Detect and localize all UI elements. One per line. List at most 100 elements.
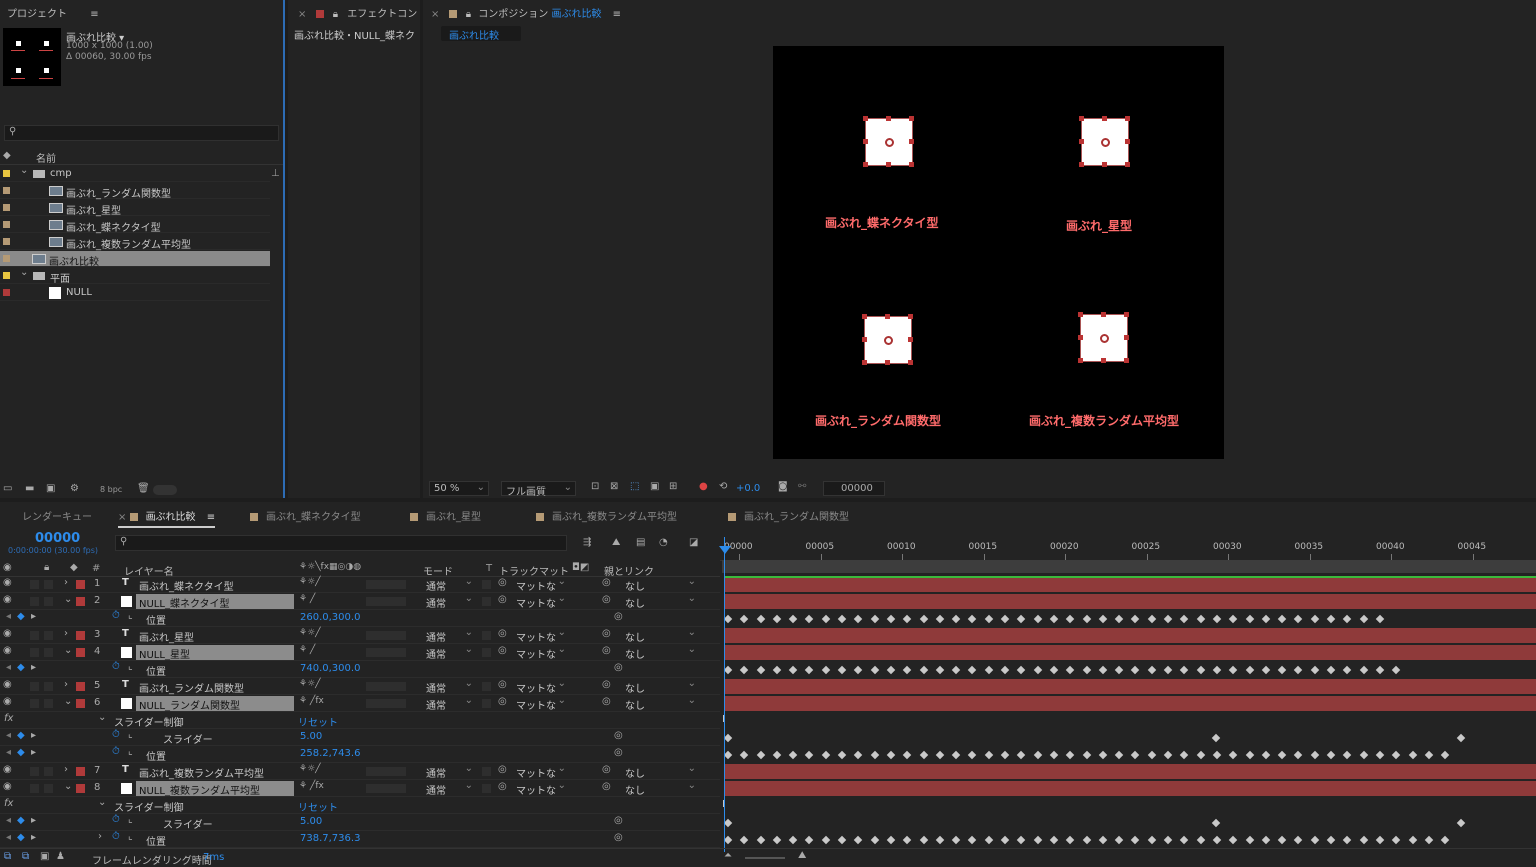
keyframe[interactable]	[837, 835, 847, 845]
keyframe[interactable]	[1277, 835, 1287, 845]
chevron-right-icon[interactable]: ⌄	[64, 594, 72, 605]
link-icon[interactable]: ◎	[498, 594, 507, 605]
keyframe[interactable]	[756, 614, 766, 624]
keyframe[interactable]	[1000, 835, 1010, 845]
keyframe[interactable]	[886, 835, 896, 845]
mode-select[interactable]: 通常 ⌄	[423, 576, 475, 593]
lock-icon[interactable]: 🔒︎	[333, 9, 338, 20]
keyframe[interactable]	[1098, 614, 1108, 624]
solo-box[interactable]	[30, 648, 39, 657]
transform-handle[interactable]	[1101, 358, 1106, 363]
layer-switches[interactable]: ⚘☼╱	[299, 628, 321, 638]
layer-thumb[interactable]	[862, 314, 913, 365]
layer-row[interactable]: ◉ › 5 T 画ぶれ_ランダム関数型 ⚘☼╱ 通常 ⌄ ◎ マットな ⌄ ◎ なし ⌄	[0, 678, 720, 695]
keyframe[interactable]	[1016, 665, 1026, 675]
keyframe[interactable]	[1277, 665, 1287, 675]
property-row[interactable]: ◂ ◆ ▸ ⏱ ⌞ 位置 740.0,300.0 ◎	[0, 661, 720, 678]
transform-handle[interactable]	[908, 360, 913, 365]
keyframe[interactable]	[984, 835, 994, 845]
property-value[interactable]: 260.0,300.0	[300, 612, 360, 623]
keyframe[interactable]	[821, 665, 831, 675]
keyframe[interactable]	[919, 750, 929, 760]
trackmatte-select[interactable]: マットな ⌄	[513, 678, 568, 695]
keyframe[interactable]	[1342, 750, 1352, 760]
link-icon[interactable]: ◎	[498, 628, 507, 639]
keyframe[interactable]	[1342, 665, 1352, 675]
keyframe[interactable]	[1049, 835, 1059, 845]
layer-duration-bar[interactable]	[725, 577, 1536, 592]
keyframe[interactable]	[1424, 750, 1434, 760]
playhead-handle[interactable]	[719, 546, 731, 554]
mode-select[interactable]: 通常 ⌄	[423, 695, 475, 712]
trackmatte-select[interactable]: マットな ⌄	[513, 763, 568, 780]
chevron-right-icon[interactable]: ›	[64, 679, 68, 690]
lock-icon[interactable]: 🔒︎	[44, 562, 49, 573]
transform-handle[interactable]	[1125, 162, 1130, 167]
keyframe[interactable]	[951, 835, 961, 845]
keyframe[interactable]	[1261, 750, 1271, 760]
preserve-box[interactable]	[482, 648, 491, 657]
label-color-swatch[interactable]	[3, 289, 10, 296]
keyframe[interactable]	[1245, 614, 1255, 624]
keyframe[interactable]	[1245, 835, 1255, 845]
preserve-box[interactable]	[482, 597, 491, 606]
keyframe[interactable]	[1359, 835, 1369, 845]
parent-select[interactable]: なし ⌄	[620, 780, 698, 797]
comp-mini-flowchart-icon[interactable]: ⇶	[583, 537, 591, 548]
keyframe[interactable]	[1033, 835, 1043, 845]
pickwhip-icon[interactable]: ◎	[602, 696, 611, 707]
graph-icon[interactable]: ⌞	[128, 831, 133, 842]
keyframe[interactable]	[1196, 614, 1206, 624]
keyframe[interactable]	[967, 614, 977, 624]
parent-select[interactable]: なし ⌄	[620, 627, 698, 644]
label-color-swatch[interactable]	[3, 272, 10, 279]
keyframe[interactable]	[1326, 614, 1336, 624]
project-item[interactable]: NULL	[0, 285, 270, 301]
layer-thumb[interactable]	[863, 116, 914, 167]
layer-switches[interactable]: ⚘ ╱fx	[299, 696, 324, 706]
keyframe[interactable]	[1342, 835, 1352, 845]
keyframe[interactable]	[1424, 835, 1434, 845]
project-item[interactable]: 画ぶれ_星型	[0, 200, 270, 217]
expression-pickwhip-icon[interactable]: ◎	[614, 730, 623, 741]
keyframe[interactable]	[1359, 665, 1369, 675]
keyframe[interactable]	[853, 835, 863, 845]
link-icon[interactable]: ◎	[498, 764, 507, 775]
keyframe[interactable]	[1147, 750, 1157, 760]
property-value[interactable]: 738.7,736.3	[300, 833, 360, 844]
keyframe[interactable]	[739, 665, 749, 675]
keyframe[interactable]	[984, 614, 994, 624]
transform-handle[interactable]	[909, 116, 914, 121]
property-value[interactable]: 5.00	[300, 731, 322, 742]
keyframe[interactable]	[1391, 835, 1401, 845]
keyframe[interactable]	[723, 835, 733, 845]
keyframe[interactable]	[1212, 750, 1222, 760]
keyframe[interactable]	[984, 665, 994, 675]
expression-pickwhip-icon[interactable]: ◎	[614, 747, 623, 758]
layer-switches[interactable]: ⚘ ╱	[299, 645, 315, 655]
trackmatte-select[interactable]: マットな ⌄	[513, 780, 568, 797]
keyframe[interactable]	[723, 614, 733, 624]
zoom-out-icon[interactable]: ⏶	[724, 850, 732, 861]
mask-icon[interactable]: ⬚	[630, 481, 639, 492]
region-icon[interactable]: ⊡	[591, 481, 599, 492]
layer-thumb[interactable]	[1079, 116, 1130, 167]
transform-handle[interactable]	[1102, 116, 1107, 121]
chevron-right-icon[interactable]: ›	[98, 831, 102, 842]
layer-duration-bar[interactable]	[725, 628, 1536, 643]
keyframe[interactable]	[772, 614, 782, 624]
effects-tab[interactable]: × 🔒︎ エフェクトコン	[298, 5, 417, 20]
graph-icon[interactable]: ⌞	[128, 814, 133, 825]
keyframe[interactable]	[886, 665, 896, 675]
keyframe[interactable]	[1211, 818, 1221, 828]
keyframe-nav-prev[interactable]: ◂	[6, 662, 11, 673]
link-icon[interactable]: ◎	[498, 577, 507, 588]
keyframe[interactable]	[772, 835, 782, 845]
layer-duration-bar[interactable]	[725, 696, 1536, 711]
modes-icon[interactable]: ▣	[40, 851, 49, 862]
people-icon[interactable]: ♟	[56, 851, 65, 862]
graph-icon[interactable]: ⌞	[128, 729, 133, 740]
transparency-icon[interactable]: ⊠	[610, 481, 618, 492]
work-area-bar[interactable]	[722, 560, 1536, 573]
preserve-box[interactable]	[482, 784, 491, 793]
